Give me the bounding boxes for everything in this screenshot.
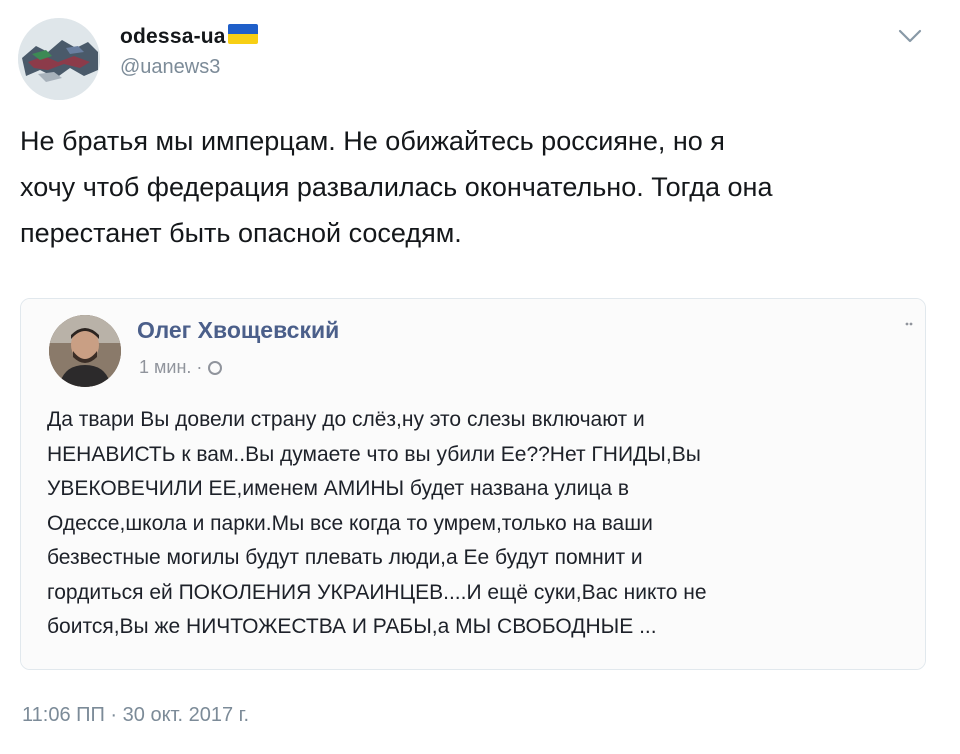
facebook-post-meta: 1 мин. · — [139, 357, 223, 378]
tweet: odessa-ua @uanews3 Не братья мы имперцам… — [0, 0, 960, 754]
ellipsis-icon — [905, 321, 913, 340]
ukraine-flag-icon — [227, 24, 258, 44]
facebook-text-line: Да твари Вы довели страну до слёз,ну это… — [47, 408, 645, 431]
embedded-screenshot[interactable]: Олег Хвощевский 1 мин. · Да твари Вы дов… — [20, 298, 926, 670]
facebook-text-line: НЕНАВИСТЬ к вам..Вы думаете что вы убили… — [47, 442, 701, 466]
facebook-text-line: Одессе,школа и парки.Мы все когда то умр… — [47, 511, 653, 535]
user-name-row[interactable]: odessa-ua — [120, 22, 258, 52]
tweet-text: Не братья мы имперцам. Не обижайтесь рос… — [20, 118, 920, 256]
facebook-text-line: УВЕКОВЕЧИЛИ ЕЕ,именем АМИНЫ будет назван… — [47, 477, 630, 500]
display-name[interactable]: odessa-ua — [120, 25, 226, 49]
facebook-text-line: боится,Вы же НИЧТОЖЕСТВА И РАБЫ,а МЫ СВО… — [47, 615, 657, 638]
user-handle[interactable]: @uanews3 — [120, 56, 220, 79]
globe-icon — [208, 360, 223, 375]
facebook-post-time: 1 мин. · — [139, 357, 203, 377]
profile-avatar[interactable] — [18, 18, 100, 100]
facebook-author-name: Олег Хвощевский — [137, 317, 340, 343]
facebook-author-avatar — [49, 315, 121, 387]
avatar-image — [18, 18, 100, 100]
facebook-text-line: гордиться ей ПОКОЛЕНИЯ УКРАИНЦЕВ....И ещ… — [47, 580, 707, 604]
facebook-post: Олег Хвощевский 1 мин. · Да твари Вы дов… — [21, 299, 925, 669]
tweet-timestamp[interactable]: 11:06 ПП · 30 окт. 2017 г. — [22, 704, 249, 727]
tweet-text-line: перестанет быть опасной соседям. — [20, 218, 462, 248]
facebook-text-line: безвестные могилы будут плевать люди,а Е… — [47, 546, 643, 569]
tweet-text-line: хочу чтоб федерация развалилась окончате… — [20, 172, 773, 202]
tweet-text-line: Не братья мы имперцам. Не обижайтесь рос… — [20, 126, 725, 156]
chevron-down-icon[interactable] — [894, 24, 926, 48]
facebook-post-text: Да твари Вы довели страну до слёз,ну это… — [47, 403, 907, 645]
